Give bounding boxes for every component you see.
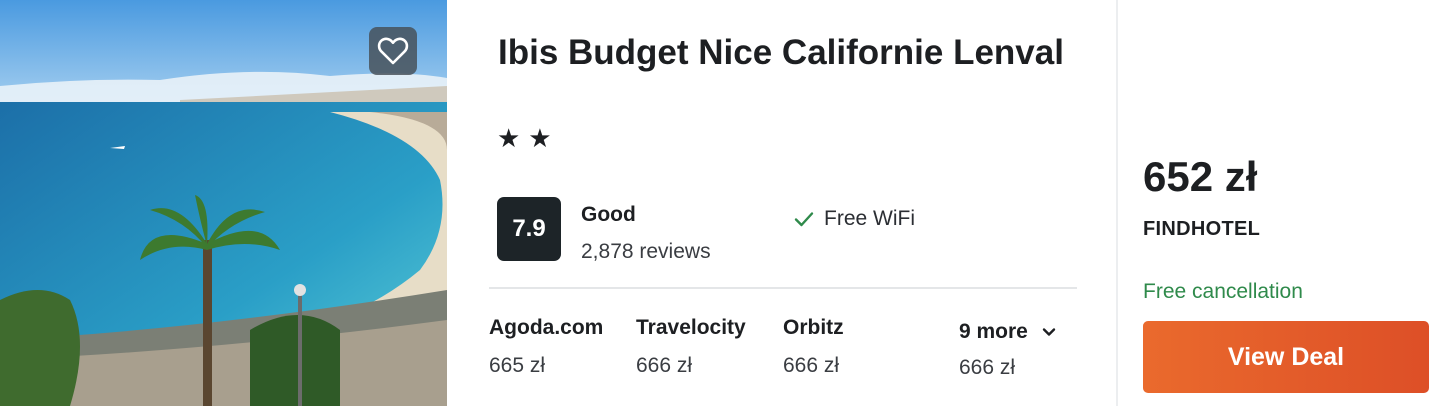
review-count[interactable]: 2,878 reviews <box>581 240 711 264</box>
favorite-button[interactable] <box>369 27 417 75</box>
provider-orbitz[interactable]: Orbitz 666 zł <box>783 316 844 378</box>
rating-label: Good <box>581 203 636 226</box>
provider-name: Agoda.com <box>489 316 604 339</box>
provider-agoda[interactable]: Agoda.com 665 zł <box>489 316 603 378</box>
provider-travelocity[interactable]: Travelocity 666 zł <box>636 316 746 378</box>
column-separator <box>1116 0 1118 406</box>
divider <box>489 287 1077 289</box>
hotel-photo[interactable] <box>0 0 447 406</box>
heart-icon <box>377 37 409 65</box>
hotel-name[interactable]: Ibis Budget Nice Californie Lenval <box>498 28 1078 77</box>
free-cancellation-label: Free cancellation <box>1143 280 1303 303</box>
deal-partner-name: FINDHOTEL <box>1143 218 1261 240</box>
provider-price: 666 zł <box>636 354 693 377</box>
best-price: 652 zł <box>1143 153 1258 200</box>
amenity-label: Free WiFi <box>824 207 915 230</box>
more-providers-price: 666 zł <box>959 356 1016 379</box>
provider-price: 666 zł <box>783 354 840 377</box>
hotel-star-rating: ★★ <box>497 123 560 153</box>
rating-score-badge: 7.9 <box>497 197 561 261</box>
view-deal-button[interactable]: View Deal <box>1143 321 1429 393</box>
amenity-free-wifi: Free WiFi <box>793 207 915 231</box>
more-providers-label: 9 more <box>959 320 1028 343</box>
hotel-result-card: Ibis Budget Nice Californie Lenval ★★ 7.… <box>0 0 1440 406</box>
more-providers-toggle[interactable]: 9 more 666 zł <box>959 320 1056 380</box>
provider-price: 665 zł <box>489 354 546 377</box>
check-icon <box>794 212 814 227</box>
provider-name: Travelocity <box>636 316 746 339</box>
chevron-down-icon <box>1042 328 1056 336</box>
provider-name: Orbitz <box>783 316 844 339</box>
